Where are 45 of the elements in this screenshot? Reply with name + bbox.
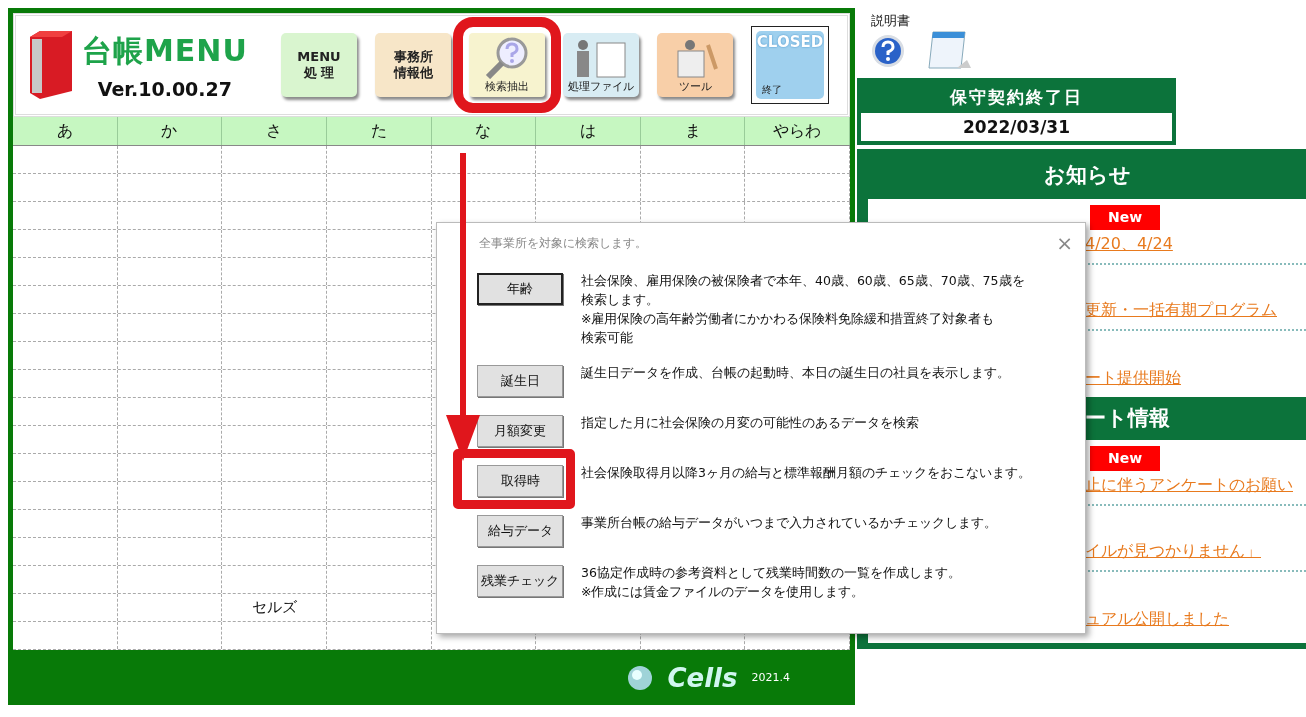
version-label: Ver.10.00.27 <box>97 77 232 100</box>
file-button[interactable]: 処理ファイル <box>563 33 639 97</box>
year-label: 2021.4 <box>751 671 790 684</box>
index-tab[interactable]: か <box>117 117 223 145</box>
manual-label: 説明書 <box>871 12 911 30</box>
dialog-title: 全事業所を対象に検索します。 <box>479 234 647 252</box>
option-description: 検索可能 <box>581 329 634 347</box>
index-tab[interactable]: やらわ <box>745 117 850 145</box>
index-tab[interactable]: ま <box>640 117 746 145</box>
panel-title: お知らせ <box>1042 162 1132 189</box>
tool-button[interactable]: ツール <box>657 33 733 97</box>
index-tab[interactable]: あ <box>13 117 118 145</box>
option-button[interactable]: 取得時 <box>477 465 563 497</box>
option-description: ※作成には賃金ファイルのデータを使用します。 <box>581 583 866 601</box>
help-icon[interactable] <box>871 34 905 68</box>
option-button[interactable]: 給与データ <box>477 515 563 547</box>
option-description: 事業所台帳の給与データがいつまで入力されているかチェックします。 <box>581 514 997 532</box>
option-button[interactable]: 年齢 <box>477 273 563 305</box>
brand-name: Cells <box>667 662 738 693</box>
close-app-button[interactable]: CLOSED 終了 <box>751 26 829 104</box>
option-description: 検索します。 <box>581 291 660 309</box>
option-description: ※雇用保険の高年齢労働者にかかわる保険料免除緩和措置終了対象者も <box>581 310 996 328</box>
close-button[interactable]: × <box>1056 231 1073 255</box>
option-description: 社会保険取得月以降3ヶ月の給与と標準報酬月額のチェックをおこないます。 <box>581 464 1031 482</box>
new-badge: New <box>1090 446 1160 471</box>
index-tab[interactable]: た <box>326 117 432 145</box>
option-description: 指定した月に社会保険の月変の可能性のあるデータを検索 <box>581 414 919 432</box>
index-tab[interactable]: は <box>536 117 641 145</box>
index-tab[interactable]: さ <box>222 117 327 145</box>
option-description: 36協定作成時の参考資料として残業時間数の一覧を作成します。 <box>581 564 961 582</box>
option-button[interactable]: 誕生日 <box>477 365 563 397</box>
option-description: 誕生日データを作成、台帳の起動時、本日の誕生日の社員を表示します。 <box>581 364 1010 382</box>
globe-icon <box>627 664 654 691</box>
panel-title: 保守契約終了日 <box>950 86 1083 109</box>
date-field: 2022/03/31 <box>861 113 1172 141</box>
calendar-icon[interactable] <box>927 30 973 72</box>
app-title: 台帳MENU <box>82 31 248 70</box>
option-button[interactable]: 月額変更 <box>477 415 563 447</box>
index-tab[interactable]: な <box>431 117 537 145</box>
option-button[interactable]: 残業チェック <box>477 565 563 597</box>
toolbar-button[interactable]: 事務所 情報他 <box>375 33 451 97</box>
toolbar-button[interactable]: MENU 処 理 <box>281 33 357 97</box>
new-badge: New <box>1090 205 1160 230</box>
option-description: 社会保険、雇用保険の被保険者で本年、40歳、60歳、65歳、70歳、75歳を <box>581 272 1025 290</box>
table-cell[interactable]: セルズ <box>222 594 327 621</box>
